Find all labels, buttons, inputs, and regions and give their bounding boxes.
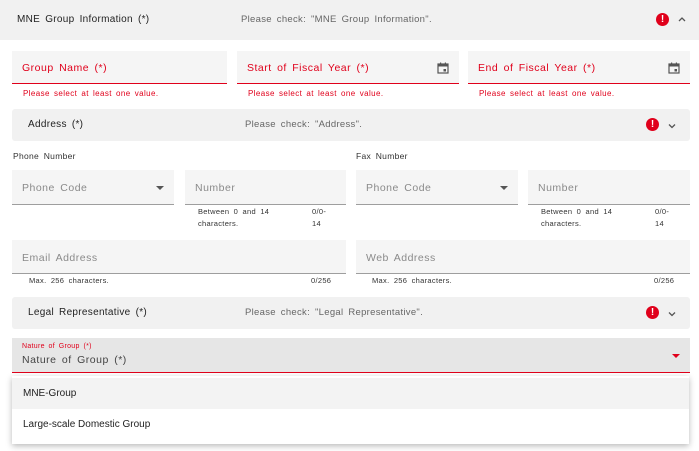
- email-address-hint: Max. 256 characters.: [29, 276, 110, 285]
- end-fiscal-year-field[interactable]: End of Fiscal Year (*): [468, 51, 690, 84]
- web-address-counter: 0/256: [654, 276, 675, 285]
- dropdown-option-mne-group[interactable]: MNE-Group: [12, 378, 689, 409]
- calendar-icon[interactable]: [437, 61, 449, 74]
- phone-number-hint-line1: Between 0 and 14: [198, 207, 270, 216]
- start-fiscal-year-error: Please select at least one value.: [248, 89, 384, 98]
- group-name-error: Please select at least one value.: [23, 89, 159, 98]
- phone-number-counter-line2: 14: [312, 219, 321, 228]
- dropdown-caret-icon: [156, 186, 164, 190]
- chevron-up-icon[interactable]: [676, 13, 688, 25]
- legal-representative-check-message: Please check: "Legal Representative".: [245, 307, 424, 318]
- fax-number-input[interactable]: Number: [528, 170, 690, 205]
- chevron-down-icon[interactable]: [666, 120, 678, 132]
- dropdown-caret-icon: [672, 354, 680, 358]
- phone-number-input[interactable]: Number: [185, 170, 346, 205]
- legal-representative-section-header[interactable]: Legal Representative (*) Please check: "…: [12, 297, 690, 329]
- nature-of-group-dropdown: MNE-Group Large-scale Domestic Group: [12, 376, 689, 444]
- fax-number-placeholder: Number: [538, 182, 579, 194]
- mne-section-title: MNE Group Information (*): [17, 14, 150, 25]
- phone-code-placeholder: Phone Code: [22, 182, 88, 194]
- mne-section-check-message: Please check: "MNE Group Information".: [241, 14, 432, 25]
- fax-number-counter-line2: 14: [655, 219, 664, 228]
- phone-number-hint-line2: characters.: [198, 219, 239, 228]
- error-alert-icon: !: [646, 118, 659, 131]
- end-fiscal-year-error: Please select at least one value.: [479, 89, 615, 98]
- phone-code-select[interactable]: Phone Code: [12, 170, 174, 205]
- phone-number-label: Phone Number: [13, 151, 76, 161]
- group-name-placeholder: Group Name (*): [22, 62, 108, 74]
- web-address-hint: Max. 256 characters.: [372, 276, 453, 285]
- nature-of-group-select[interactable]: Nature of Group (*) Nature of Group (*): [12, 338, 690, 373]
- fax-number-hint-line1: Between 0 and 14: [541, 207, 613, 216]
- fax-number-hint-line2: characters.: [541, 219, 582, 228]
- fax-number-label: Fax Number: [356, 151, 408, 161]
- end-fiscal-year-placeholder: End of Fiscal Year (*): [478, 62, 596, 74]
- dropdown-option-large-scale-domestic-group[interactable]: Large-scale Domestic Group: [12, 409, 689, 440]
- web-address-placeholder: Web Address: [366, 252, 436, 264]
- start-fiscal-year-field[interactable]: Start of Fiscal Year (*): [237, 51, 459, 84]
- email-address-placeholder: Email Address: [22, 252, 98, 264]
- legal-representative-section-title: Legal Representative (*): [28, 307, 148, 318]
- nature-of-group-floating-label: Nature of Group (*): [22, 343, 92, 350]
- email-address-counter: 0/256: [311, 276, 332, 285]
- address-section-check-message: Please check: "Address".: [245, 119, 363, 130]
- mne-section-header[interactable]: MNE Group Information (*) Please check: …: [0, 0, 699, 40]
- fax-code-placeholder: Phone Code: [366, 182, 432, 194]
- address-section-title: Address (*): [28, 119, 84, 130]
- web-address-input[interactable]: Web Address: [356, 240, 690, 274]
- nature-of-group-placeholder: Nature of Group (*): [22, 354, 127, 366]
- group-name-field[interactable]: Group Name (*): [12, 51, 227, 84]
- phone-number-placeholder: Number: [195, 182, 236, 194]
- address-section-header[interactable]: Address (*) Please check: "Address". !: [12, 109, 690, 141]
- error-alert-icon: !: [646, 306, 659, 319]
- start-fiscal-year-placeholder: Start of Fiscal Year (*): [247, 62, 370, 74]
- chevron-down-icon[interactable]: [666, 308, 678, 320]
- error-alert-icon: !: [656, 13, 669, 26]
- phone-number-counter-line1: 0/0-: [312, 207, 327, 216]
- dropdown-caret-icon: [500, 186, 508, 190]
- fax-code-select[interactable]: Phone Code: [356, 170, 518, 205]
- fax-number-counter-line1: 0/0-: [655, 207, 670, 216]
- calendar-icon[interactable]: [668, 61, 680, 74]
- email-address-input[interactable]: Email Address: [12, 240, 346, 274]
